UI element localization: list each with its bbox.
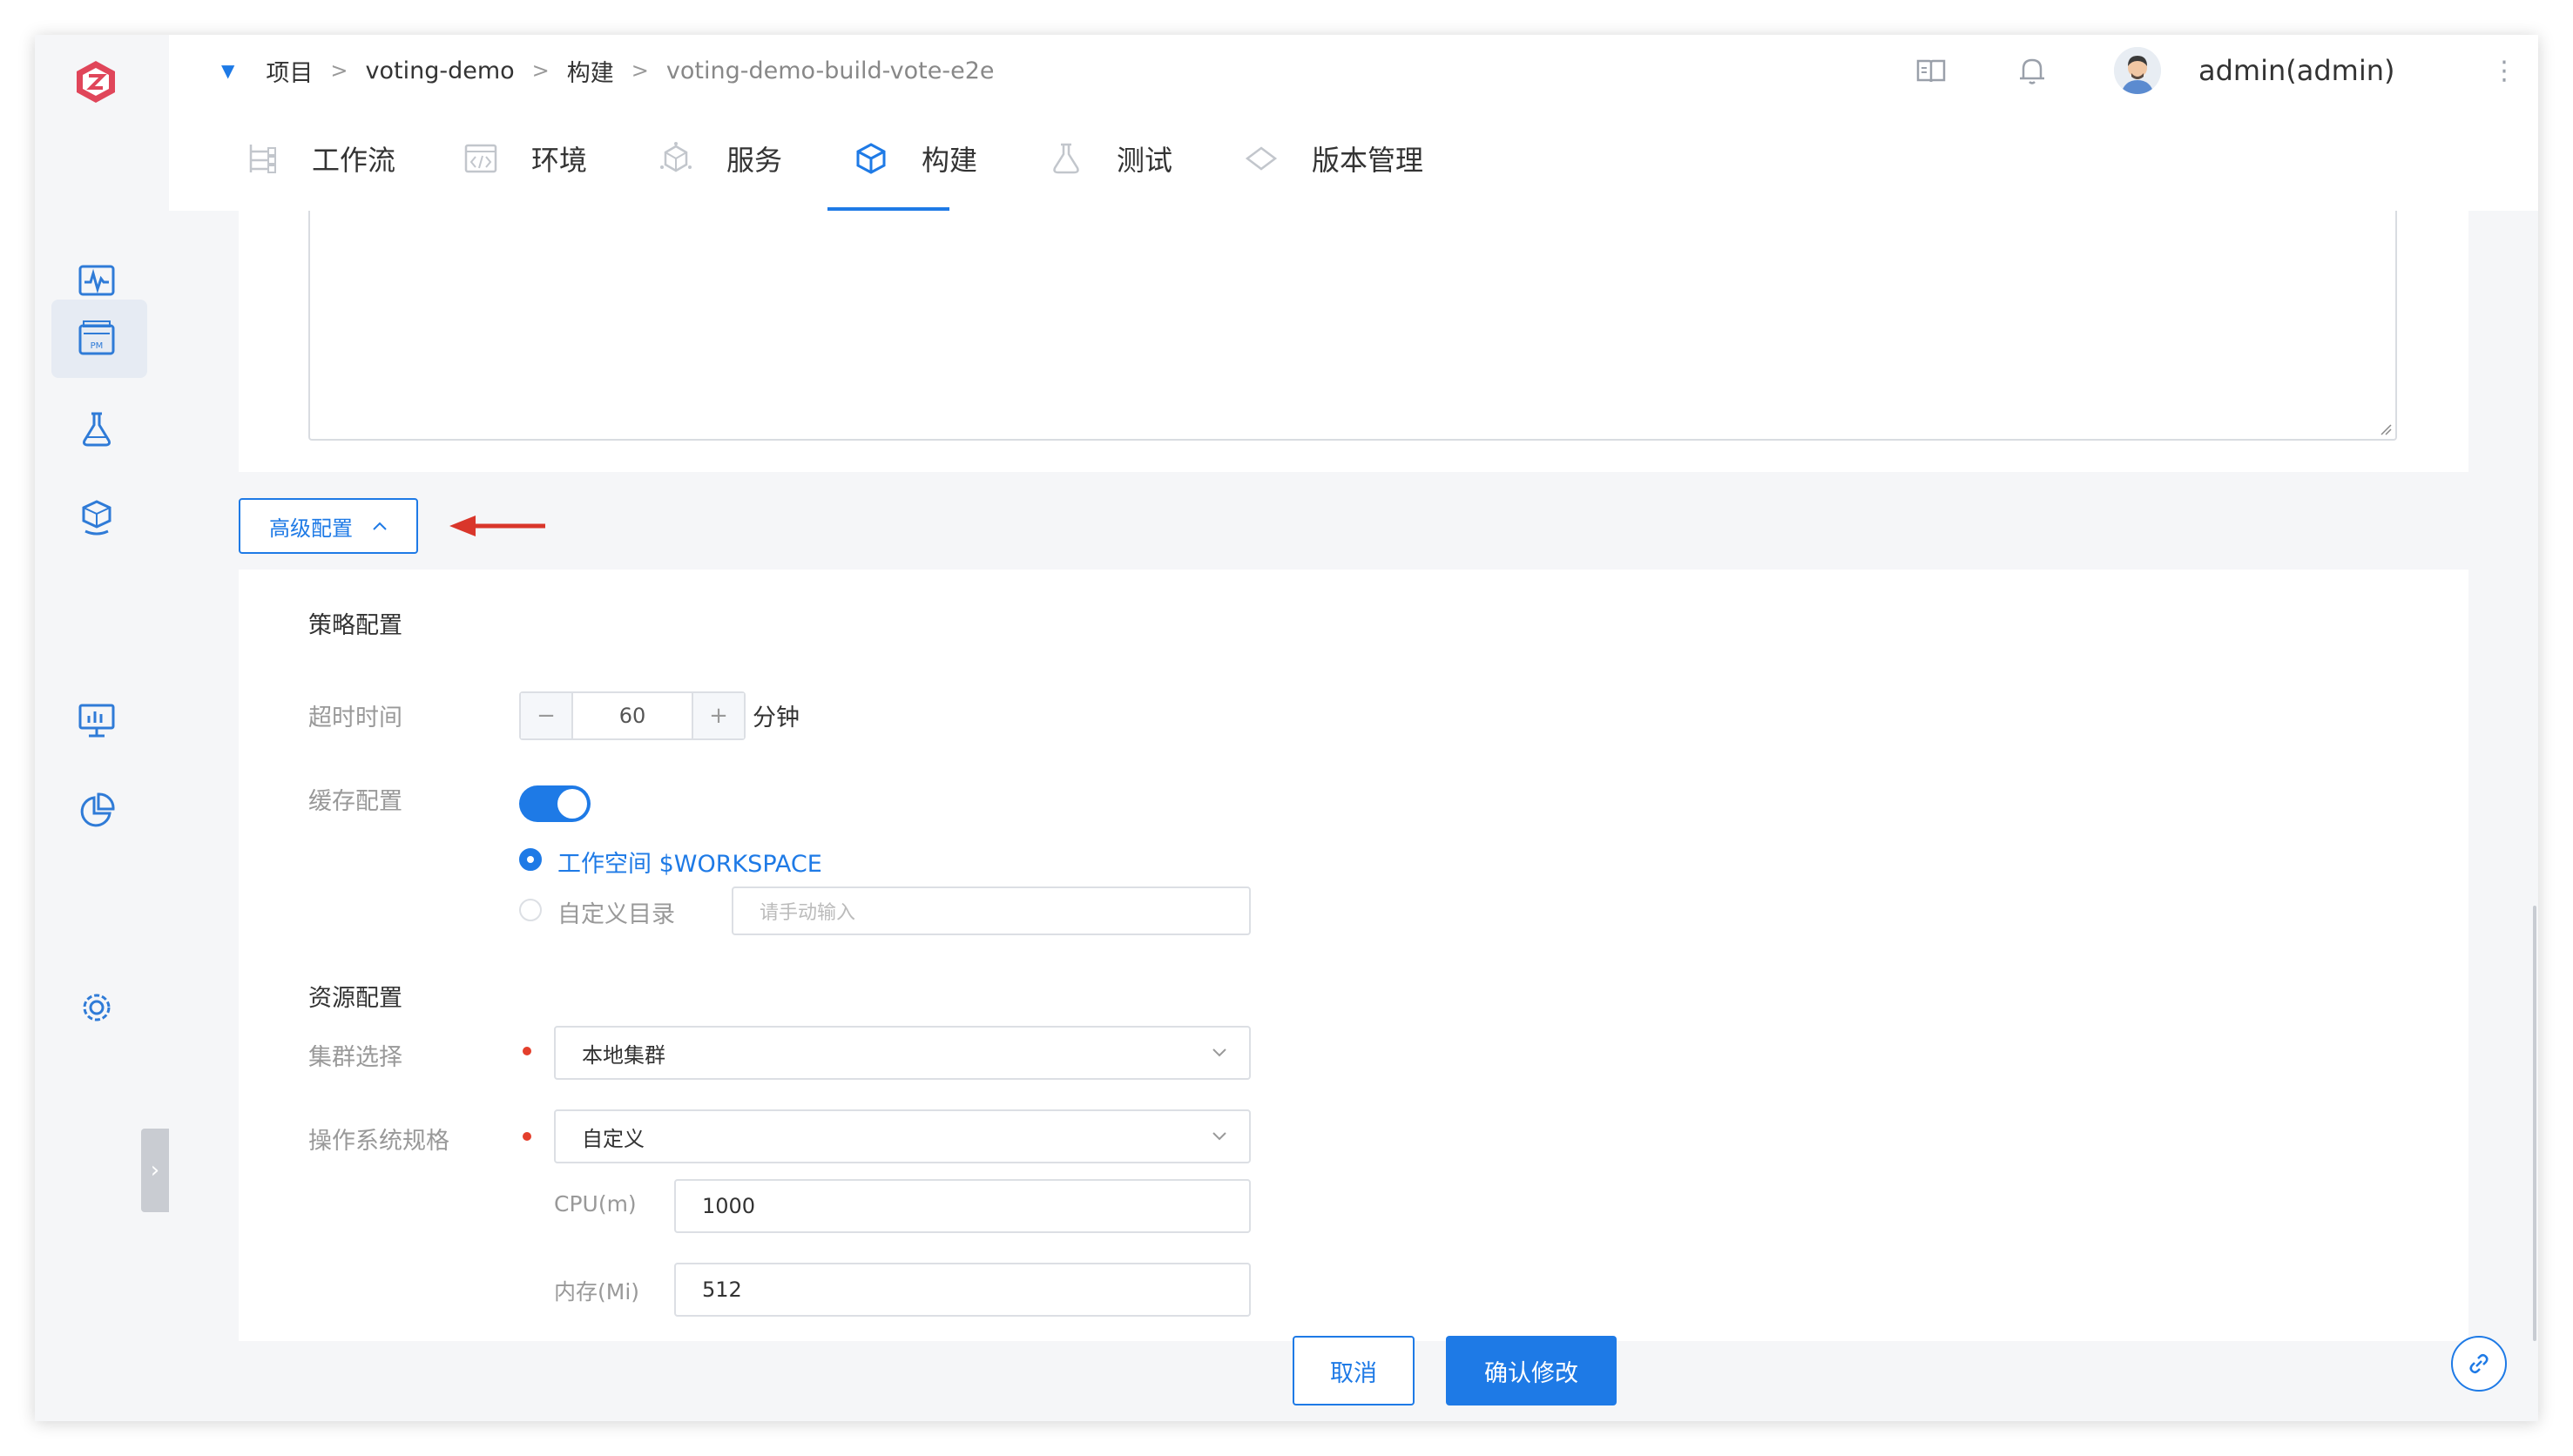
build-box-icon	[854, 141, 888, 176]
cpu-label: CPU(m)	[554, 1191, 637, 1217]
scrollbar[interactable]	[2533, 906, 2536, 1341]
custom-dir-radio-label[interactable]: 自定义目录	[557, 895, 675, 929]
breadcrumb: ▼ 项目 > voting-demo > 构建 > voting-demo-bu…	[221, 35, 995, 106]
link-icon	[2469, 1353, 2489, 1374]
memory-label: 内存(Mi)	[554, 1279, 640, 1304]
decrement-button[interactable]: −	[521, 693, 573, 738]
advanced-config-toggle-button[interactable]: 高级配置	[239, 498, 418, 554]
monitor-wave-icon[interactable]	[77, 261, 117, 301]
timeout-stepper: − 60 +	[519, 691, 746, 740]
sidebar: PM ›	[35, 35, 169, 1421]
tab-label: 服务	[726, 144, 783, 177]
tab-build[interactable]: 构建	[854, 106, 977, 211]
svg-text:PM: PM	[91, 341, 104, 351]
chevron-down-icon	[1212, 1132, 1226, 1141]
cache-label: 缓存配置	[308, 788, 402, 815]
tab-label: 版本管理	[1312, 144, 1424, 177]
toggle-knob	[557, 789, 587, 819]
script-card	[239, 211, 2468, 472]
settings-gear-icon[interactable]	[77, 988, 117, 1028]
dashboard-chart-icon[interactable]	[77, 700, 117, 740]
tab-label: 构建	[922, 144, 978, 177]
app-window: PM › ▼ 项目 > voting-demo > 构建 > voting-de…	[35, 35, 2538, 1421]
confirm-button[interactable]: 确认修改	[1446, 1336, 1617, 1405]
os-spec-label: 操作系统规格	[308, 1128, 449, 1155]
strategy-section-title: 策略配置	[308, 612, 402, 639]
custom-dir-input[interactable]: 请手动输入	[732, 886, 1251, 935]
diamond-icon	[1244, 141, 1279, 176]
kebab-menu-icon[interactable]: ⋮	[2491, 54, 2517, 89]
pie-chart-icon[interactable]	[77, 791, 117, 831]
timeout-label: 超时时间	[308, 704, 402, 731]
cancel-button[interactable]: 取消	[1293, 1336, 1415, 1405]
cache-toggle-switch[interactable]	[519, 785, 591, 822]
breadcrumb-separator: >	[631, 58, 649, 83]
tab-label: 测试	[1117, 144, 1173, 177]
top-header: ▼ 项目 > voting-demo > 构建 > voting-demo-bu…	[169, 35, 2538, 107]
workspace-radio[interactable]	[519, 848, 542, 871]
service-cube-icon	[658, 141, 693, 176]
module-tabs: 工作流 环境 服务 构建 测试 版本管理	[169, 106, 2538, 211]
tab-version-management[interactable]: 版本管理	[1244, 106, 1423, 211]
breadcrumb-separator: >	[330, 58, 348, 83]
avatar[interactable]	[2114, 47, 2161, 94]
timeout-input[interactable]: 60	[573, 693, 692, 738]
memory-input[interactable]: 512	[674, 1263, 1251, 1317]
workflow-icon	[244, 141, 279, 176]
cluster-select-value: 本地集群	[582, 1042, 665, 1068]
required-dot	[523, 1047, 531, 1055]
link-button[interactable]	[2451, 1336, 2507, 1392]
tab-label: 环境	[531, 144, 588, 177]
logo[interactable]	[74, 59, 118, 104]
chevron-up-icon	[373, 522, 387, 530]
advanced-config-card: 策略配置 超时时间 − 60 + 分钟 缓存配置 工作空间 $WORKSPACE…	[239, 570, 2468, 1341]
tab-workflow[interactable]: 工作流	[244, 106, 395, 211]
advanced-config-label: 高级配置	[269, 516, 353, 541]
tab-test[interactable]: 测试	[1049, 106, 1172, 211]
bell-icon[interactable]	[2016, 54, 2049, 87]
tab-environment[interactable]: 环境	[463, 106, 587, 211]
script-textarea[interactable]	[308, 211, 2397, 441]
project-pm-icon[interactable]: PM	[77, 319, 117, 359]
increment-button[interactable]: +	[692, 693, 744, 738]
required-dot	[523, 1132, 531, 1141]
custom-dir-radio[interactable]	[519, 899, 542, 921]
tab-service[interactable]: 服务	[658, 106, 782, 211]
book-icon[interactable]	[1915, 54, 1948, 87]
flask-icon	[1049, 141, 1084, 176]
cpu-input[interactable]: 1000	[674, 1179, 1251, 1233]
resource-section-title: 资源配置	[308, 985, 402, 1012]
box-hand-icon[interactable]	[77, 498, 117, 538]
workspace-radio-label[interactable]: 工作空间 $WORKSPACE	[557, 845, 822, 879]
breadcrumb-separator: >	[531, 58, 550, 83]
timeout-unit: 分钟	[753, 704, 800, 731]
breadcrumb-current: voting-demo-build-vote-e2e	[665, 57, 995, 84]
cluster-select[interactable]: 本地集群	[554, 1026, 1251, 1080]
project-dropdown-caret-icon[interactable]: ▼	[221, 60, 234, 81]
red-arrow-annotation-icon	[449, 516, 545, 536]
cluster-label: 集群选择	[308, 1044, 402, 1071]
breadcrumb-item[interactable]: 项目	[266, 54, 313, 88]
breadcrumb-item[interactable]: voting-demo	[366, 57, 515, 84]
chevron-down-icon	[1212, 1048, 1226, 1057]
sidebar-collapse-handle[interactable]: ›	[141, 1129, 169, 1212]
code-window-icon	[463, 141, 498, 176]
tab-label: 工作流	[312, 144, 396, 177]
breadcrumb-item[interactable]: 构建	[567, 54, 614, 88]
os-spec-select[interactable]: 自定义	[554, 1109, 1251, 1163]
resize-handle-icon[interactable]	[2378, 421, 2392, 435]
os-spec-select-value: 自定义	[582, 1126, 645, 1151]
flask-icon[interactable]	[77, 409, 117, 449]
user-name[interactable]: admin(admin)	[2198, 35, 2395, 106]
